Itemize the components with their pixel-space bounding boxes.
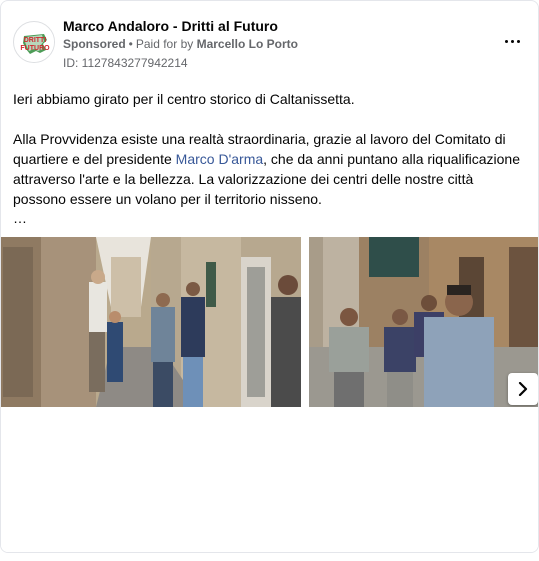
svg-text:FUTURO: FUTURO (20, 45, 50, 52)
post-paragraph-2: Alla Provvidenza esiste una realtà strao… (13, 129, 528, 209)
paid-by-name[interactable]: Marcello Lo Porto (197, 37, 298, 51)
carousel-image-2[interactable] (309, 237, 538, 407)
paid-for-prefix: Paid for by (135, 37, 194, 51)
meta-separator: • (128, 37, 133, 51)
sponsorship-line: Sponsored • Paid for by Marcello Lo Porto (63, 36, 298, 52)
ad-id: ID: 1127843277942214 (63, 56, 188, 70)
carousel-next-button[interactable] (508, 373, 538, 405)
page-logo-icon: DRITTI FUTURO (15, 23, 54, 62)
post-header: DRITTI FUTURO Marco Andaloro - Dritti al… (13, 13, 528, 73)
sponsored-label: Sponsored (63, 37, 126, 51)
carousel-image-1[interactable] (1, 237, 301, 407)
page-avatar[interactable]: DRITTI FUTURO (13, 21, 55, 63)
more-options-icon (503, 39, 521, 43)
page-name-link[interactable]: Marco Andaloro - Dritti al Futuro (63, 17, 278, 35)
see-more-ellipsis[interactable]: … (13, 209, 528, 227)
svg-text:DRITTI: DRITTI (24, 37, 47, 44)
mention-link[interactable]: Marco D'arma (176, 151, 263, 167)
post-text: Ieri abbiamo girato per il centro storic… (13, 89, 528, 227)
chevron-right-icon (518, 382, 528, 396)
image-carousel (1, 237, 538, 407)
card-footer-area (1, 407, 538, 552)
post-paragraph-1: Ieri abbiamo girato per il centro storic… (13, 91, 355, 107)
ad-card: DRITTI FUTURO Marco Andaloro - Dritti al… (0, 0, 539, 553)
more-options-button[interactable] (500, 29, 524, 53)
